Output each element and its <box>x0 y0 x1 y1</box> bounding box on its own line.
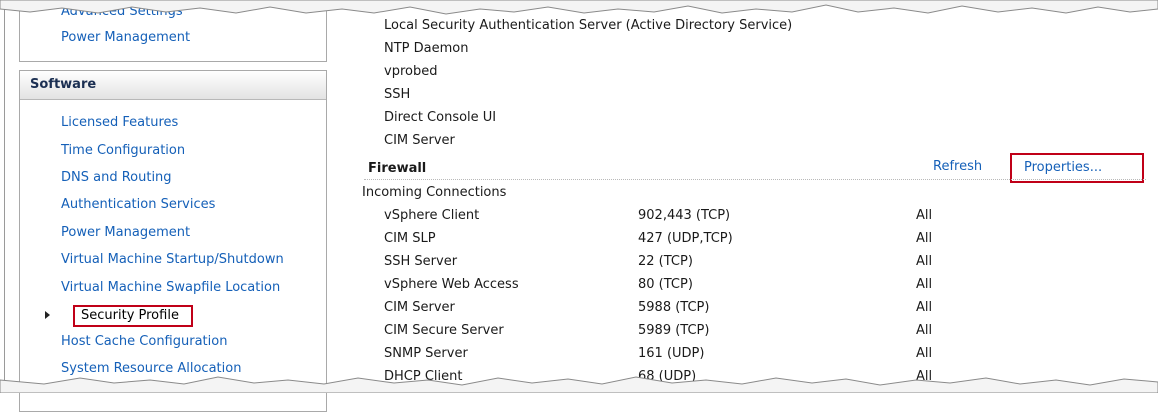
selected-arrow-icon <box>45 311 50 319</box>
service-item: NTP Daemon <box>384 41 469 56</box>
software-section: Software Licensed Features Time Configur… <box>19 70 327 412</box>
rule-name: DHCP Client <box>384 369 463 384</box>
nav-advanced-settings[interactable]: Advanced Settings <box>61 3 183 21</box>
rule-ports: 68 (UDP) <box>638 369 697 384</box>
nav-licensed-features[interactable]: Licensed Features <box>61 114 178 132</box>
firewall-heading: Firewall <box>368 161 427 176</box>
service-item: SSH <box>384 87 411 102</box>
nav-time-configuration[interactable]: Time Configuration <box>61 142 185 160</box>
rule-scope: All <box>916 231 933 246</box>
service-item: Direct Console UI <box>384 110 497 125</box>
nav-vm-swapfile-location[interactable]: Virtual Machine Swapfile Location <box>61 279 280 297</box>
rule-ports: 80 (TCP) <box>638 277 693 292</box>
nav-host-cache-configuration[interactable]: Host Cache Configuration <box>61 333 227 351</box>
rule-name: CIM Secure Server <box>384 323 504 338</box>
rule-ports: 427 (UDP,TCP) <box>638 231 733 246</box>
incoming-connections-label: Incoming Connections <box>362 185 507 200</box>
firewall-rule-row: CIM Secure Server 5989 (TCP) All <box>338 322 1038 345</box>
rule-name: vSphere Client <box>384 208 480 223</box>
firewall-rule-row: CIM Server 5988 (TCP) All <box>338 299 1038 322</box>
firewall-rule-row: vSphere Web Access 80 (TCP) All <box>338 276 1038 299</box>
nav-security-profile[interactable]: Security Profile <box>73 305 193 327</box>
rule-scope: All <box>916 277 933 292</box>
rule-name: vSphere Web Access <box>384 277 519 292</box>
nav-dns-and-routing[interactable]: DNS and Routing <box>61 169 172 187</box>
firewall-rule-row: SNMP Server 161 (UDP) All <box>338 345 1038 368</box>
firewall-divider <box>364 179 1146 180</box>
nav-system-resource-allocation[interactable]: System Resource Allocation <box>61 360 241 378</box>
rule-scope: All <box>916 208 933 223</box>
rule-scope: All <box>916 323 933 338</box>
rule-ports: 161 (UDP) <box>638 346 705 361</box>
service-item: CIM Server <box>384 133 455 148</box>
rule-ports: 902,443 (TCP) <box>638 208 731 223</box>
rule-scope: All <box>916 369 933 384</box>
rule-name: SNMP Server <box>384 346 468 361</box>
firewall-rule-row: vSphere Client 902,443 (TCP) All <box>338 207 1038 230</box>
rule-scope: All <box>916 346 933 361</box>
firewall-rule-row: CIM SLP 427 (UDP,TCP) All <box>338 230 1038 253</box>
software-section-header: Software <box>20 71 326 100</box>
rule-ports: 5988 (TCP) <box>638 300 710 315</box>
rule-name: CIM SLP <box>384 231 436 246</box>
rule-ports: 5989 (TCP) <box>638 323 710 338</box>
nav-hardware-power-management[interactable]: Power Management <box>61 29 190 47</box>
nav-vm-startup-shutdown[interactable]: Virtual Machine Startup/Shutdown <box>61 251 284 269</box>
rule-scope: All <box>916 300 933 315</box>
left-navigation-panel: Advanced Settings Power Management Softw… <box>4 0 340 412</box>
service-item: vprobed <box>384 64 438 79</box>
firewall-rule-row: SSH Server 22 (TCP) All <box>338 253 1038 276</box>
service-item: Local Security Authentication Server (Ac… <box>384 18 793 33</box>
nav-power-management[interactable]: Power Management <box>61 224 190 242</box>
rule-ports: 22 (TCP) <box>638 254 693 269</box>
nav-authentication-services[interactable]: Authentication Services <box>61 196 215 214</box>
rule-name: CIM Server <box>384 300 455 315</box>
security-profile-content: Local Security Authentication Server (Ac… <box>338 0 1158 393</box>
firewall-rule-row: DHCP Client 68 (UDP) All <box>338 368 1038 391</box>
rule-scope: All <box>916 254 933 269</box>
hardware-section: Advanced Settings Power Management <box>19 0 327 62</box>
rule-name: SSH Server <box>384 254 458 269</box>
refresh-link[interactable]: Refresh <box>933 158 982 176</box>
